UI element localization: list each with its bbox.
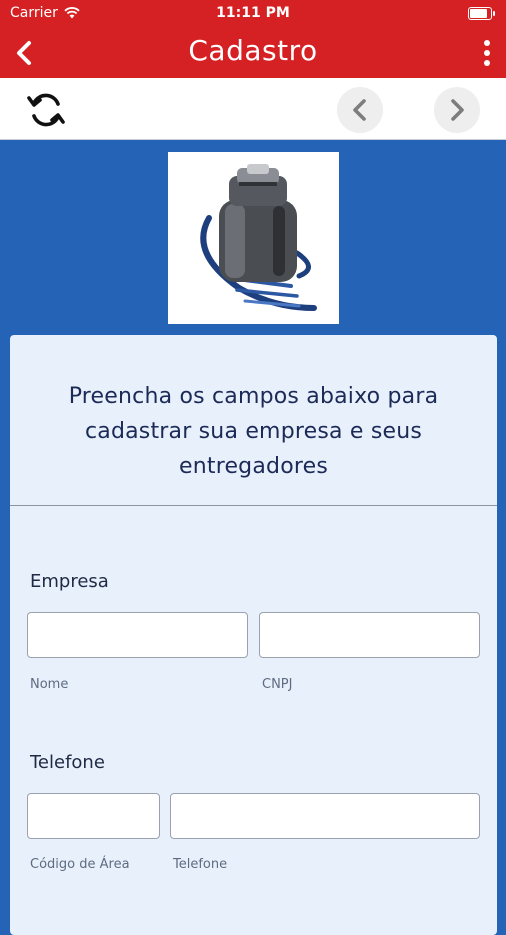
telefone-section-label: Telefone <box>30 752 105 773</box>
chevron-left-icon <box>353 99 366 121</box>
status-bar: Carrier 11:11 PM <box>0 0 506 28</box>
toolbar <box>0 78 506 140</box>
codigo-area-hint: Código de Área <box>30 857 130 872</box>
chevron-right-icon <box>451 99 464 121</box>
company-logo <box>168 152 339 324</box>
codigo-area-input[interactable] <box>27 793 160 839</box>
page-title: Cadastro <box>188 34 318 67</box>
telefone-hint: Telefone <box>173 857 228 872</box>
battery-icon <box>468 7 495 20</box>
prev-button[interactable] <box>337 87 383 133</box>
empresa-nome-input[interactable] <box>27 612 248 658</box>
battery-fill <box>470 9 487 18</box>
gas-cylinder-logo <box>199 164 317 311</box>
status-time: 11:11 PM <box>216 5 290 21</box>
divider <box>10 505 497 506</box>
next-button[interactable] <box>434 87 480 133</box>
nav-bar: Cadastro <box>0 28 506 78</box>
refresh-icon[interactable] <box>25 90 67 130</box>
more-vertical-icon[interactable] <box>482 38 492 68</box>
empresa-cnpj-input[interactable] <box>259 612 480 658</box>
empresa-cnpj-hint: CNPJ <box>262 677 293 692</box>
empresa-nome-hint: Nome <box>30 677 69 692</box>
registration-card: Preencha os campos abaixo para cadastrar… <box>10 335 497 935</box>
telefone-input[interactable] <box>170 793 480 839</box>
form-heading: Preencha os campos abaixo para cadastrar… <box>68 384 439 479</box>
empresa-section-label: Empresa <box>30 571 109 592</box>
